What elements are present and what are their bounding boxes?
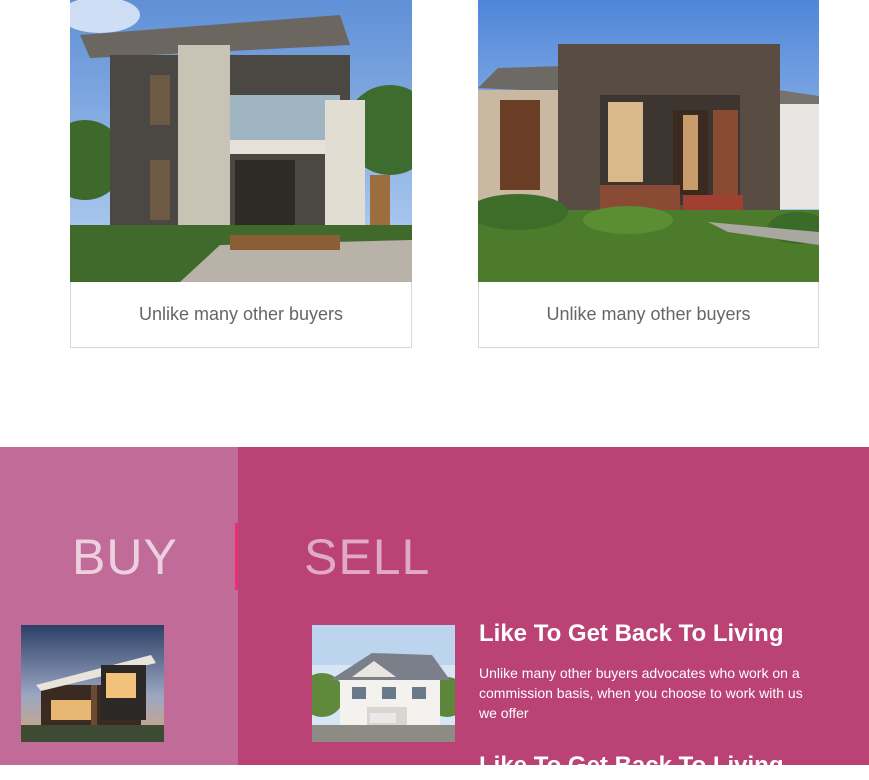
- property-photo[interactable]: [478, 0, 819, 282]
- buy-panel: BUY: [0, 447, 238, 765]
- property-caption: Unlike many other buyers: [70, 282, 412, 348]
- tab-buy[interactable]: BUY: [72, 531, 178, 583]
- sell-property-thumbnail[interactable]: [312, 625, 455, 742]
- tab-sell[interactable]: SELL: [304, 531, 430, 583]
- buy-sell-section: BUY SELL Like To Get Back To Living Unli…: [0, 447, 869, 779]
- feature-title: Like To Get Back To Living: [479, 620, 784, 647]
- feature-title-secondary: Like To Get Back To Living: [479, 752, 784, 779]
- property-card-2[interactable]: Unlike many other buyers: [478, 0, 819, 348]
- buy-property-thumbnail[interactable]: [21, 625, 164, 742]
- property-card-1[interactable]: Unlike many other buyers: [70, 0, 412, 348]
- property-caption: Unlike many other buyers: [478, 282, 819, 348]
- feature-description: Unlike many other buyers advocates who w…: [479, 665, 803, 721]
- property-photo[interactable]: [70, 0, 412, 282]
